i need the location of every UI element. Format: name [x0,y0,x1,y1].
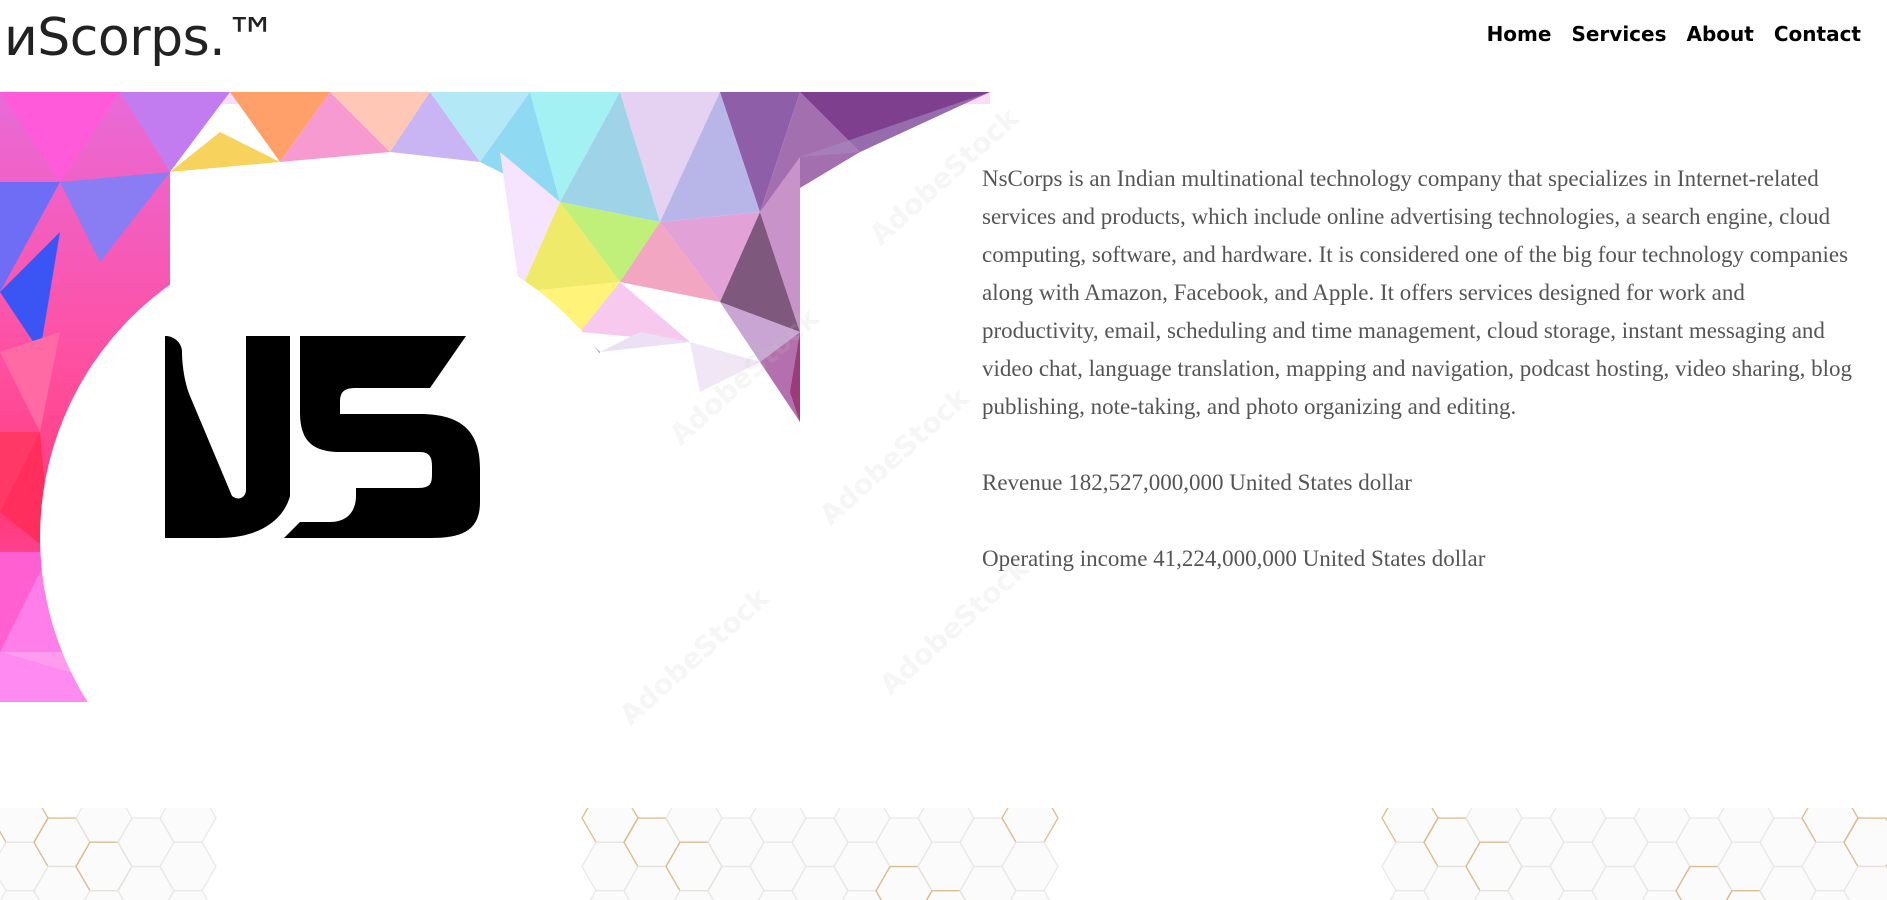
nav-services-link[interactable]: Services [1571,18,1666,50]
revenue-text: Revenue 182,527,000,000 United States do… [982,470,1412,495]
nav-contact-link[interactable]: Contact [1774,18,1861,50]
hexagon-pattern-band [0,808,1887,900]
company-description: NsCorps is an Indian multinational techn… [982,160,1852,578]
brand-logo-text[interactable]: иScorps.™ [4,6,277,70]
page: иScorps.™ Home Services About Contact Ad… [0,0,1887,900]
nav-about-link[interactable]: About [1687,18,1754,50]
main-nav: Home Services About Contact [1487,18,1861,50]
company-summary: NsCorps is an Indian multinational techn… [982,166,1852,419]
site-header: иScorps.™ Home Services About Contact [0,0,1887,92]
hexagon-pattern-image [0,808,1887,900]
polygon-background-image [0,92,1000,702]
hero-artwork [0,92,1000,702]
nav-home-link[interactable]: Home [1487,18,1552,50]
operating-income-text: Operating income 41,224,000,000 United S… [982,546,1486,571]
